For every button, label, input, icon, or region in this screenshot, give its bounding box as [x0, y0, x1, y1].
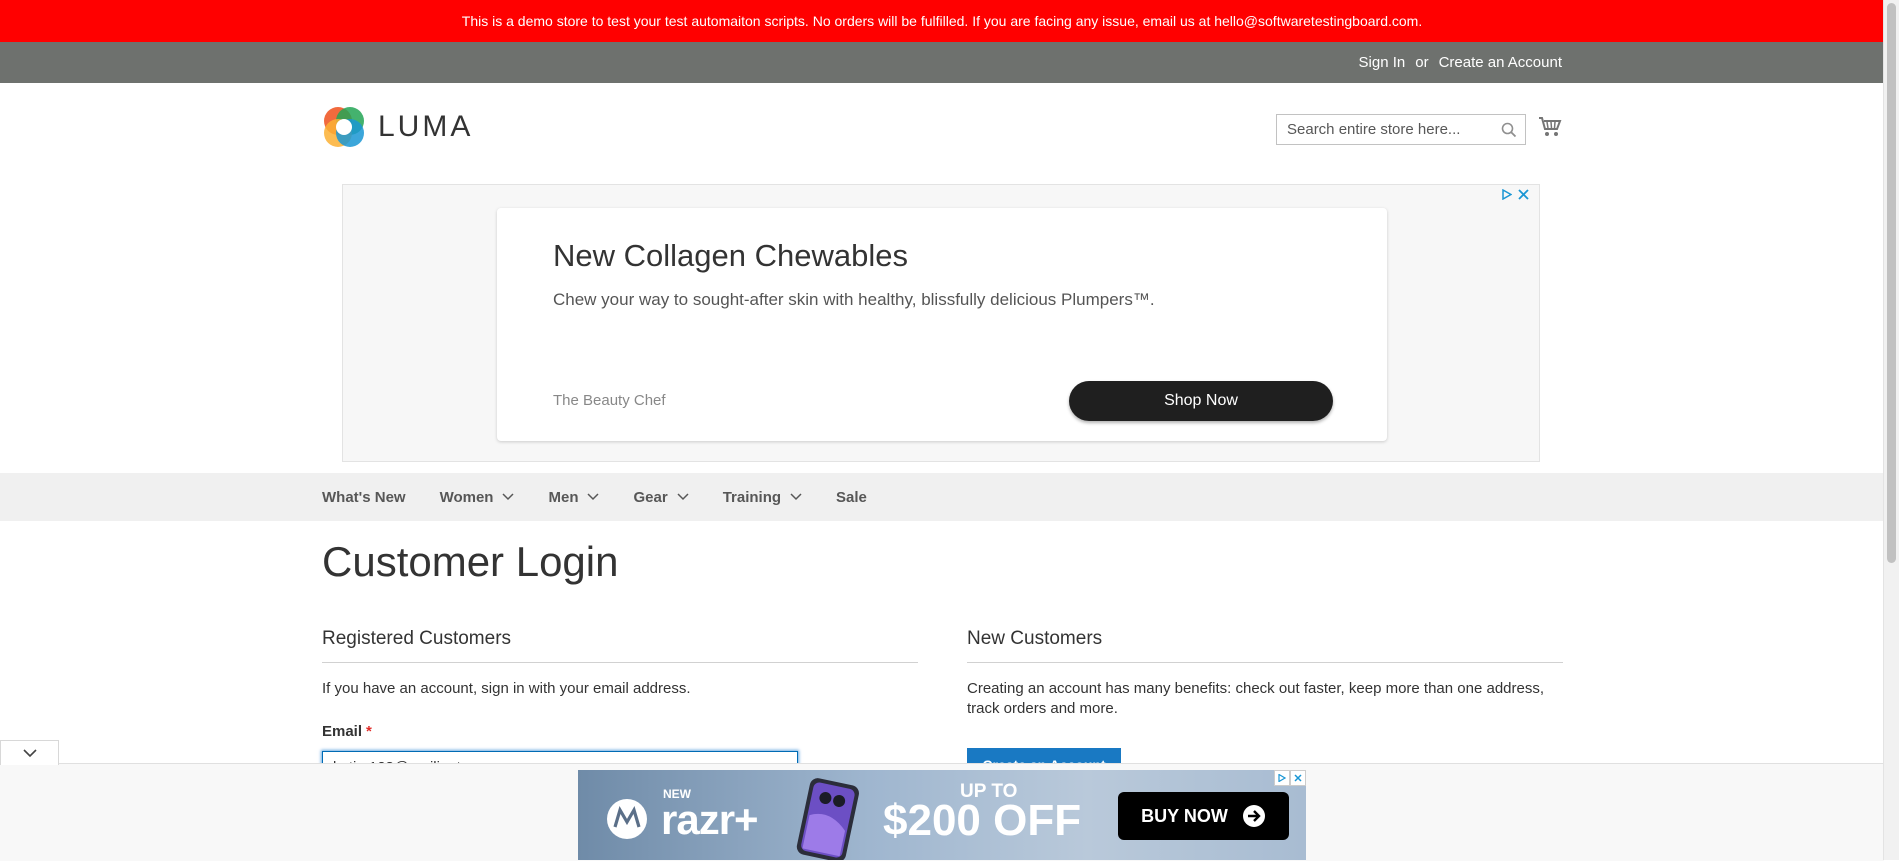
scrollbar-thumb[interactable]: [1887, 3, 1896, 563]
nav-item-men[interactable]: Men: [548, 488, 600, 506]
cart-icon[interactable]: [1538, 116, 1562, 143]
registered-customers-text: If you have an account, sign in with you…: [322, 680, 691, 697]
main-navigation: What's New Women Men Gear Training Sale: [0, 473, 1884, 521]
nav-item-gear[interactable]: Gear: [633, 488, 689, 506]
search-input[interactable]: [1277, 115, 1507, 144]
nav-label: Training: [722, 488, 782, 506]
ad-buy-now-label: BUY NOW: [1141, 805, 1228, 826]
email-label-text: Email: [322, 723, 363, 740]
nav-label: What's New: [322, 488, 406, 506]
search-icon[interactable]: [1501, 122, 1517, 143]
chevron-down-icon: [790, 493, 802, 501]
email-label: Email *: [322, 723, 372, 740]
ad-description: Chew your way to sought-after skin with …: [553, 290, 1155, 309]
demo-notice-banner: This is a demo store to test your test a…: [0, 0, 1884, 42]
bottom-advertisement[interactable]: NEW razr+ UP TO $200 OFF BUY NOW: [578, 770, 1306, 860]
create-account-link[interactable]: Create an Account: [1439, 54, 1562, 71]
ad-buy-now-button[interactable]: BUY NOW: [1118, 792, 1289, 840]
nav-label: Women: [439, 488, 494, 506]
ad-shop-now-button[interactable]: Shop Now: [1069, 381, 1333, 421]
links-separator: or: [1415, 54, 1429, 71]
ad-title: New Collagen Chewables: [553, 238, 908, 273]
page-title: Customer Login: [322, 538, 619, 585]
luma-logo-icon: [324, 107, 364, 147]
nav-item-women[interactable]: Women: [440, 489, 515, 506]
nav-label: Men: [548, 488, 579, 506]
top-links-bar: Sign In or Create an Account: [0, 42, 1884, 83]
registered-customers-title: Registered Customers: [322, 628, 918, 663]
ad-card[interactable]: New Collagen Chewables Chew your way to …: [497, 208, 1387, 441]
close-ad-icon[interactable]: [1290, 770, 1306, 786]
motorola-logo-icon: [607, 799, 647, 839]
new-customers-text: Creating an account has many benefits: c…: [967, 680, 1545, 717]
new-customers-title: New Customers: [967, 628, 1563, 663]
demo-notice-text: This is a demo store to test your test a…: [461, 13, 1423, 29]
arrow-right-icon: [1242, 805, 1265, 827]
luma-logo[interactable]: LUMA: [322, 105, 473, 149]
nav-item-sale[interactable]: Sale: [836, 489, 867, 506]
chevron-down-icon: [677, 493, 689, 501]
phone-image-icon: [796, 778, 859, 860]
new-customers-block: New Customers Creating an account has ma…: [967, 628, 1563, 719]
adchoices-icon[interactable]: [1274, 770, 1290, 786]
ad-discount-amount: $200 OFF: [883, 796, 1082, 845]
registered-customers-block: Registered Customers If you have an acco…: [322, 628, 918, 699]
ad-brand-razr: razr+: [661, 796, 759, 843]
chevron-down-icon: [587, 493, 600, 501]
adchoices-icon[interactable]: [1501, 189, 1512, 200]
required-marker: *: [366, 723, 372, 740]
nav-item-training[interactable]: Training: [723, 489, 802, 506]
ad-choices[interactable]: [1501, 189, 1529, 200]
nav-label: Sale: [836, 488, 867, 506]
close-ad-icon[interactable]: [1518, 189, 1529, 200]
collapse-ad-button[interactable]: [0, 740, 59, 765]
logo-wordmark: LUMA: [378, 110, 474, 143]
page-scrollbar[interactable]: [1883, 0, 1899, 860]
chevron-down-icon: [502, 493, 515, 501]
ad-choices[interactable]: [1274, 770, 1306, 786]
site-header: LUMA: [0, 83, 1884, 183]
ad-brand: The Beauty Chef: [553, 392, 666, 409]
search-box[interactable]: [1276, 114, 1526, 145]
nav-item-whats-new[interactable]: What's New: [322, 489, 406, 506]
top-advertisement[interactable]: New Collagen Chewables Chew your way to …: [342, 184, 1540, 462]
sign-in-link[interactable]: Sign In: [1359, 54, 1406, 71]
chevron-down-icon: [22, 748, 37, 757]
nav-label: Gear: [633, 488, 668, 506]
